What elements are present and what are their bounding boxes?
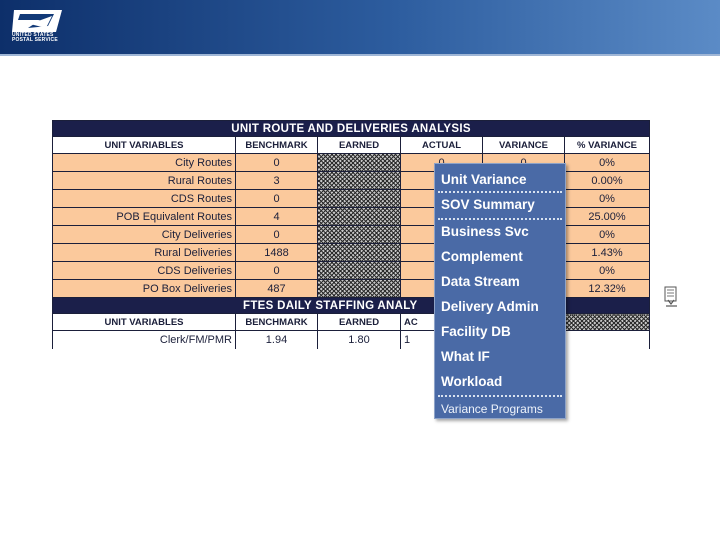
- earned-cell[interactable]: [317, 279, 401, 298]
- benchmark-cell[interactable]: 4: [235, 207, 318, 226]
- row-label[interactable]: CDS Routes: [52, 189, 236, 208]
- pct-variance-cell[interactable]: 12.32%: [563, 279, 651, 298]
- row-label[interactable]: Clerk/FM/PMR: [52, 330, 236, 349]
- col-header: EARNED: [317, 313, 401, 331]
- benchmark-cell[interactable]: 1488: [235, 243, 318, 262]
- benchmark-cell[interactable]: 0: [235, 189, 318, 208]
- row-label[interactable]: Rural Routes: [52, 171, 236, 190]
- earned-cell[interactable]: [317, 261, 401, 280]
- row-label[interactable]: City Deliveries: [52, 225, 236, 244]
- header-banner: UNITED STATES POSTAL SERVICE: [0, 0, 720, 56]
- col-header: UNIT VARIABLES: [52, 313, 236, 331]
- menu-item-business-svc[interactable]: Business Svc: [441, 223, 561, 241]
- section-title: UNIT ROUTE AND DELIVERIES ANALYSIS: [51, 120, 651, 137]
- document-download-icon[interactable]: [664, 286, 680, 308]
- col-header: % VARIANCE: [563, 136, 651, 154]
- col-header: EARNED: [317, 136, 401, 154]
- benchmark-cell[interactable]: 487: [235, 279, 318, 298]
- earned-cell[interactable]: [317, 243, 401, 262]
- menu-footer-variance-programs[interactable]: Variance Programs: [441, 401, 565, 417]
- earned-cell[interactable]: [317, 153, 401, 172]
- col-header: BENCHMARK: [235, 136, 318, 154]
- menu-separator: [438, 191, 562, 193]
- pct-variance-cell[interactable]: 0%: [563, 225, 651, 244]
- earned-cell[interactable]: [317, 207, 401, 226]
- row-label[interactable]: PO Box Deliveries: [52, 279, 236, 298]
- column-header-row: UNIT VARIABLES BENCHMARK EARNED ACTUAL V…: [52, 136, 651, 154]
- menu-item-workload[interactable]: Workload: [441, 373, 561, 391]
- earned-cell[interactable]: [317, 225, 401, 244]
- menu-item-sov-summary[interactable]: SOV Summary: [441, 196, 561, 214]
- benchmark-cell[interactable]: 0: [235, 225, 318, 244]
- menu-item-unit-variance[interactable]: Unit Variance: [441, 171, 561, 189]
- col-header: ACTUAL: [400, 136, 483, 154]
- earned-cell[interactable]: [317, 171, 401, 190]
- row-label[interactable]: POB Equivalent Routes: [52, 207, 236, 226]
- benchmark-cell[interactable]: 1.94: [235, 330, 318, 349]
- menu-item-data-stream[interactable]: Data Stream: [441, 273, 561, 291]
- col-header: VARIANCE: [482, 136, 565, 154]
- col-header: UNIT VARIABLES: [52, 136, 236, 154]
- section-title-row: UNIT ROUTE AND DELIVERIES ANALYSIS: [51, 120, 651, 137]
- row-label[interactable]: Rural Deliveries: [52, 243, 236, 262]
- pct-variance-cell[interactable]: 0%: [563, 153, 651, 172]
- usps-logo-text: UNITED STATES POSTAL SERVICE: [12, 33, 72, 43]
- row-label[interactable]: City Routes: [52, 153, 236, 172]
- menu-item-delivery-admin[interactable]: Delivery Admin: [441, 298, 561, 316]
- pct-variance-cell[interactable]: 0%: [563, 261, 651, 280]
- benchmark-cell[interactable]: 3: [235, 171, 318, 190]
- col-header: [563, 313, 651, 331]
- benchmark-cell[interactable]: 0: [235, 153, 318, 172]
- earned-cell[interactable]: 1.80: [317, 330, 401, 349]
- benchmark-cell[interactable]: 0: [235, 261, 318, 280]
- pct-variance-cell[interactable]: 1.43%: [563, 243, 651, 262]
- pct-variance-cell[interactable]: [563, 330, 651, 349]
- menu-item-complement[interactable]: Complement: [441, 248, 561, 266]
- menu-separator: [438, 218, 562, 220]
- menu-separator: [438, 395, 562, 397]
- pct-variance-cell[interactable]: 25.00%: [563, 207, 651, 226]
- col-header: BENCHMARK: [235, 313, 318, 331]
- pct-variance-cell[interactable]: 0%: [563, 189, 651, 208]
- earned-cell[interactable]: [317, 189, 401, 208]
- variance-programs-menu: Unit Variance SOV Summary Business Svc C…: [434, 163, 566, 419]
- row-label[interactable]: CDS Deliveries: [52, 261, 236, 280]
- logo-line-2: POSTAL SERVICE: [12, 37, 58, 43]
- pct-variance-cell[interactable]: 0.00%: [563, 171, 651, 190]
- menu-item-facility-db[interactable]: Facility DB: [441, 323, 561, 341]
- menu-item-what-if[interactable]: What IF: [441, 348, 561, 366]
